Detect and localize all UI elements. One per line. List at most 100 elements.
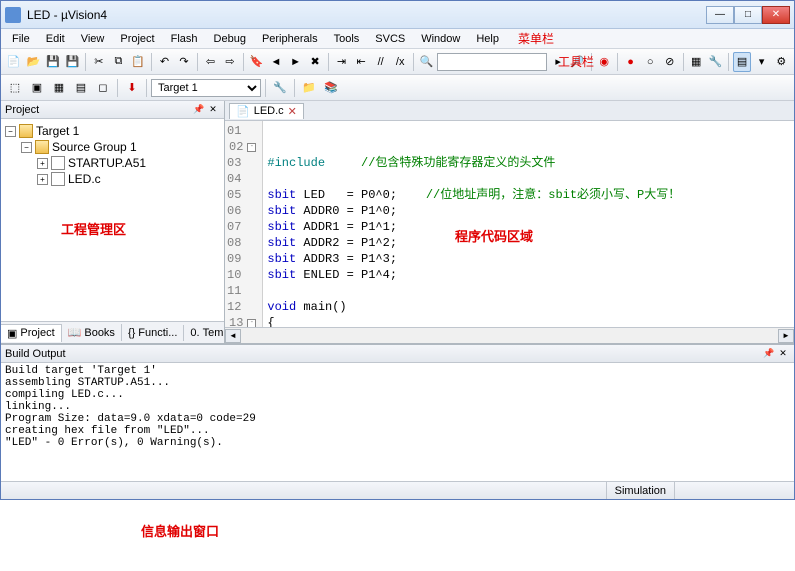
window-icon[interactable]: ▦ — [687, 52, 705, 72]
debug-icon[interactable]: ◉ — [595, 52, 613, 72]
app-icon — [5, 7, 21, 23]
output-panel-title: Build Output — [5, 348, 762, 360]
tab-close-icon[interactable]: ✕ — [288, 105, 297, 118]
tab-functions[interactable]: {}Functi... — [122, 325, 184, 341]
close-button[interactable]: ✕ — [762, 6, 790, 24]
project-tabs: ▣Project 📖Books {}Functi... 0.Templ... — [1, 321, 224, 343]
tab-project[interactable]: ▣Project — [1, 324, 62, 342]
target-select[interactable]: Target 1 — [151, 79, 261, 97]
scroll-left-icon[interactable]: ◄ — [225, 329, 241, 343]
build-icon[interactable]: ▣ — [27, 78, 47, 98]
tree-group-label: Source Group 1 — [52, 140, 137, 154]
functions-tab-icon: {} — [128, 327, 135, 339]
titlebar[interactable]: LED - µVision4 — □ ✕ — [1, 1, 794, 29]
books-tab-icon: 📖 — [68, 326, 82, 339]
breakpoint-kill-icon[interactable]: ⊘ — [661, 52, 679, 72]
manage-books-icon[interactable]: 📚 — [321, 78, 341, 98]
bookmark-prev-icon[interactable]: ◄ — [267, 52, 285, 72]
panel-close-icon[interactable]: ✕ — [776, 347, 790, 361]
outdent-icon[interactable]: ⇤ — [352, 52, 370, 72]
menu-peripherals[interactable]: Peripherals — [255, 31, 325, 47]
find-icon[interactable]: 🔍 — [418, 52, 436, 72]
cut-icon[interactable]: ✂ — [90, 52, 108, 72]
menu-view[interactable]: View — [74, 31, 112, 47]
find-combo[interactable] — [437, 53, 547, 71]
code-area[interactable]: 0102-0304050607080910111213-141516 #incl… — [225, 121, 794, 327]
nav-back-icon[interactable]: ⇦ — [202, 52, 220, 72]
menu-svcs[interactable]: SVCS — [368, 31, 412, 47]
batch-build-icon[interactable]: ▤ — [71, 78, 91, 98]
code-text[interactable]: #include //包含特殊功能寄存器定义的头文件sbit LED = P0^… — [263, 121, 684, 327]
download-icon[interactable]: ⬇ — [122, 78, 142, 98]
dropdown-icon[interactable]: ▾ — [753, 52, 771, 72]
file-icon: 📄 — [236, 105, 250, 118]
expand-icon[interactable]: − — [5, 126, 16, 137]
maximize-button[interactable]: □ — [734, 6, 762, 24]
project-panel-header[interactable]: Project 📌 ✕ — [1, 101, 224, 119]
manage-icon[interactable]: ⚙ — [772, 52, 790, 72]
config-icon[interactable]: ▤ — [733, 52, 751, 72]
annotation-toolbar: 工具栏 — [558, 53, 594, 70]
pin-icon[interactable]: 📌 — [762, 347, 776, 361]
toolbox-icon[interactable]: 🔧 — [707, 52, 725, 72]
menu-project[interactable]: Project — [113, 31, 161, 47]
tree-target[interactable]: − Target 1 — [5, 123, 220, 139]
comment-icon[interactable]: // — [372, 52, 390, 72]
output-panel-header[interactable]: Build Output 📌 ✕ — [1, 345, 794, 363]
expand-icon[interactable]: + — [37, 158, 48, 169]
menu-flash[interactable]: Flash — [164, 31, 205, 47]
panel-close-icon[interactable]: ✕ — [206, 103, 220, 117]
nav-forward-icon[interactable]: ⇨ — [221, 52, 239, 72]
menu-window[interactable]: Window — [414, 31, 467, 47]
bookmark-clear-icon[interactable]: ✖ — [306, 52, 324, 72]
bookmark-icon[interactable]: 🔖 — [248, 52, 266, 72]
indent-icon[interactable]: ⇥ — [333, 52, 351, 72]
tab-templates[interactable]: 0.Templ... — [184, 325, 224, 341]
save-icon[interactable]: 💾 — [44, 52, 62, 72]
undo-icon[interactable]: ↶ — [156, 52, 174, 72]
menu-debug[interactable]: Debug — [207, 31, 253, 47]
breakpoint-icon[interactable]: ● — [622, 52, 640, 72]
open-file-icon[interactable]: 📂 — [25, 52, 43, 72]
menu-tools[interactable]: Tools — [327, 31, 367, 47]
tree-group[interactable]: − Source Group 1 — [5, 139, 220, 155]
stop-build-icon[interactable]: ◻ — [93, 78, 113, 98]
options-icon[interactable]: 🔧 — [270, 78, 290, 98]
file-ext-icon[interactable]: 📁 — [299, 78, 319, 98]
menu-help[interactable]: Help — [469, 31, 506, 47]
minimize-button[interactable]: — — [706, 6, 734, 24]
tab-books[interactable]: 📖Books — [62, 324, 122, 341]
editor-tab-led[interactable]: 📄 LED.c ✕ — [229, 103, 304, 119]
window-title: LED - µVision4 — [27, 8, 706, 22]
expand-icon[interactable]: + — [37, 174, 48, 185]
bookmark-next-icon[interactable]: ► — [287, 52, 305, 72]
paste-icon[interactable]: 📋 — [129, 52, 147, 72]
annotation-code: 程序代码区域 — [455, 226, 533, 245]
copy-icon[interactable]: ⧉ — [110, 52, 128, 72]
translate-icon[interactable]: ⬚ — [5, 78, 25, 98]
tree-file[interactable]: + LED.c — [5, 171, 220, 187]
rebuild-icon[interactable]: ▦ — [49, 78, 69, 98]
project-tree[interactable]: − Target 1 − Source Group 1 + STARTUP.A5… — [1, 119, 224, 321]
scroll-right-icon[interactable]: ► — [778, 329, 794, 343]
project-tab-icon: ▣ — [7, 327, 17, 340]
folder-icon — [35, 140, 49, 154]
breakpoint-disable-icon[interactable]: ○ — [641, 52, 659, 72]
menu-file[interactable]: File — [5, 31, 37, 47]
uncomment-icon[interactable]: /x — [391, 52, 409, 72]
expand-icon[interactable]: − — [21, 142, 32, 153]
menu-edit[interactable]: Edit — [39, 31, 72, 47]
editor-panel: 📄 LED.c ✕ 0102-0304050607080910111213-14… — [225, 101, 794, 343]
pin-icon[interactable]: 📌 — [192, 103, 206, 117]
save-all-icon[interactable]: 💾 — [64, 52, 82, 72]
editor-hscrollbar[interactable]: ◄ ► — [225, 327, 794, 343]
project-panel: Project 📌 ✕ − Target 1 − Source Group 1 … — [1, 101, 225, 343]
tree-file-label: STARTUP.A51 — [68, 156, 146, 170]
redo-icon[interactable]: ↷ — [175, 52, 193, 72]
line-gutter: 0102-0304050607080910111213-141516 — [225, 121, 263, 327]
output-text[interactable]: Build target 'Target 1' assembling START… — [1, 363, 794, 571]
file-icon — [51, 172, 65, 186]
annotation-project: 工程管理区 — [61, 219, 126, 238]
new-file-icon[interactable]: 📄 — [5, 52, 23, 72]
tree-file[interactable]: + STARTUP.A51 — [5, 155, 220, 171]
